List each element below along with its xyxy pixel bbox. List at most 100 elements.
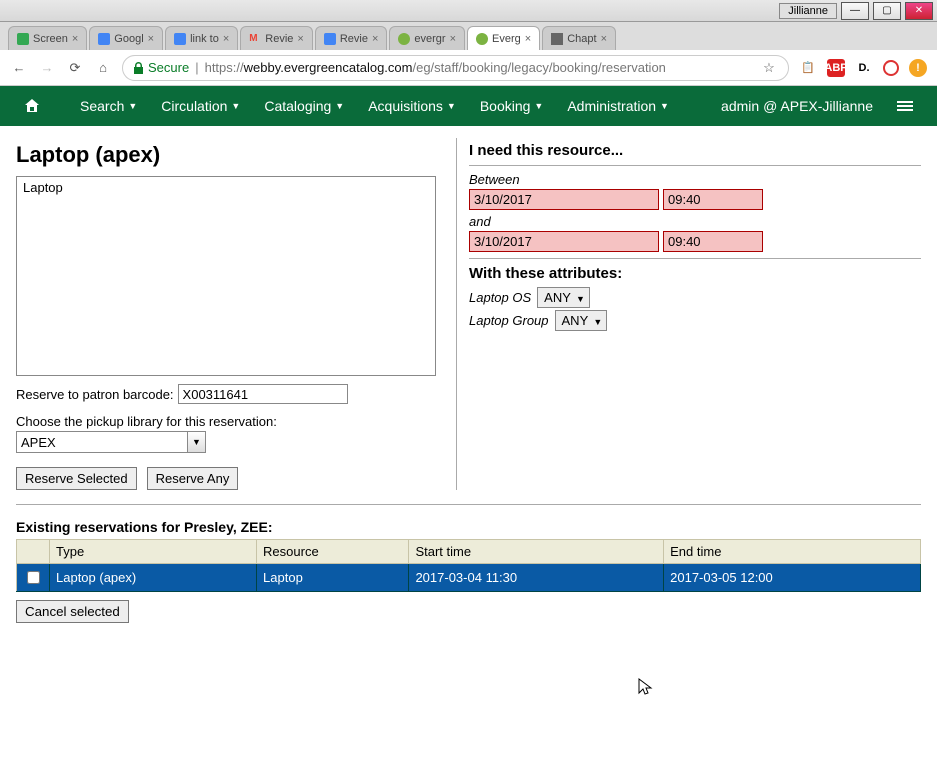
browser-tab[interactable]: link to× (165, 26, 238, 50)
docs-icon (98, 33, 110, 45)
cancel-selected-button[interactable]: Cancel selected (16, 600, 129, 623)
nav-cataloging[interactable]: Cataloging▼ (252, 86, 356, 126)
tab-label: Everg (492, 33, 521, 45)
close-icon[interactable]: × (297, 33, 303, 45)
col-type: Type (50, 540, 257, 564)
browser-tab[interactable]: Everg × (467, 26, 540, 50)
col-end: End time (664, 540, 921, 564)
close-icon[interactable]: × (148, 33, 154, 45)
window-close-button[interactable]: ✕ (905, 2, 933, 20)
tab-label: Googl (114, 33, 143, 45)
nav-user-label[interactable]: admin @ APEX-Jillianne (709, 86, 885, 126)
nav-search[interactable]: Search▼ (68, 86, 149, 126)
cell-resource: Laptop (257, 564, 409, 592)
close-icon[interactable]: × (601, 33, 607, 45)
cursor-icon (638, 678, 654, 698)
reservations-table: Type Resource Start time End time Laptop… (16, 539, 921, 592)
browser-tab[interactable]: Screen × (8, 26, 87, 50)
barcode-label: Reserve to patron barcode: (16, 387, 174, 402)
browser-tabstrip: Screen × Googl × link to× MRevie× Revie × e… (0, 22, 937, 50)
tab-label: evergr (414, 33, 445, 45)
nav-administration[interactable]: Administration▼ (555, 86, 681, 126)
browser-tab[interactable]: evergr × (389, 26, 465, 50)
chevron-down-icon: ▼ (660, 101, 669, 111)
end-date-input[interactable]: 3/10/2017 (469, 231, 659, 252)
docs-icon (174, 33, 186, 45)
tab-label: Screen (33, 33, 68, 45)
alert-icon[interactable]: ! (909, 59, 927, 77)
row-checkbox[interactable] (27, 571, 40, 584)
extension-o-icon[interactable] (883, 60, 899, 76)
resource-option[interactable]: Laptop (19, 179, 433, 196)
close-icon[interactable]: × (372, 33, 378, 45)
cell-start: 2017-03-04 11:30 (409, 564, 664, 592)
attr-os-select[interactable]: ANY (537, 287, 590, 308)
resource-panel: Laptop (apex) Laptop Reserve to patron b… (16, 138, 436, 490)
extension-d-icon[interactable]: D. (855, 59, 873, 77)
forward-button[interactable]: → (38, 59, 56, 77)
between-label: Between (469, 172, 921, 187)
chevron-down-icon: ▼ (447, 101, 456, 111)
extension-icon[interactable]: 📋 (799, 59, 817, 77)
col-start: Start time (409, 540, 664, 564)
chevron-down-icon: ▼ (187, 432, 205, 452)
browser-addressbar: ← → ⟳ ⌂ Secure | https://webby.evergreen… (0, 50, 937, 86)
leaf-icon (476, 33, 488, 45)
need-heading: I need this resource... (469, 142, 921, 159)
url-input[interactable]: Secure | https://webby.evergreencatalog.… (122, 55, 789, 81)
pickup-label: Choose the pickup library for this reser… (16, 414, 436, 429)
resource-listbox[interactable]: Laptop (16, 176, 436, 376)
chevron-down-icon: ▼ (128, 101, 137, 111)
page-icon (551, 33, 563, 45)
start-time-input[interactable]: 09:40 (663, 189, 763, 210)
browser-tab[interactable]: Googl × (89, 26, 163, 50)
back-button[interactable]: ← (10, 59, 28, 77)
window-maximize-button[interactable]: ▢ (873, 2, 901, 20)
barcode-input[interactable] (178, 384, 348, 404)
reserve-selected-button[interactable]: Reserve Selected (16, 467, 137, 490)
leaf-icon (398, 33, 410, 45)
end-time-input[interactable]: 09:40 (663, 231, 763, 252)
reserve-any-button[interactable]: Reserve Any (147, 467, 239, 490)
pickup-select[interactable]: APEX ▼ (16, 431, 206, 453)
table-row[interactable]: Laptop (apex) Laptop 2017-03-04 11:30 20… (17, 564, 921, 592)
attr-group-select[interactable]: ANY (555, 310, 608, 331)
docs-icon (324, 33, 336, 45)
home-button[interactable]: ⌂ (94, 59, 112, 77)
cell-end: 2017-03-05 12:00 (664, 564, 921, 592)
close-icon[interactable]: × (450, 33, 456, 45)
nav-booking[interactable]: Booking▼ (468, 86, 556, 126)
reservations-section: Existing reservations for Presley, ZEE: … (16, 519, 921, 623)
window-minimize-button[interactable]: — (841, 2, 869, 20)
star-icon[interactable]: ☆ (760, 59, 778, 77)
close-icon[interactable]: × (223, 33, 229, 45)
and-label: and (469, 214, 921, 229)
chevron-down-icon: ▼ (335, 101, 344, 111)
start-date-input[interactable]: 3/10/2017 (469, 189, 659, 210)
reload-button[interactable]: ⟳ (66, 59, 84, 77)
lock-icon: Secure (133, 60, 189, 75)
col-resource: Resource (257, 540, 409, 564)
main-nav: Search▼ Circulation▼ Cataloging▼ Acquisi… (0, 86, 937, 126)
gmail-icon: M (249, 33, 261, 45)
attributes-heading: With these attributes: (469, 265, 921, 282)
browser-tab[interactable]: Revie × (315, 26, 388, 50)
nav-menu-button[interactable] (885, 86, 925, 126)
nav-home[interactable] (12, 86, 52, 126)
attr-label: Laptop OS (469, 290, 531, 305)
page-content: Laptop (apex) Laptop Reserve to patron b… (0, 126, 937, 663)
adblock-icon[interactable]: ABP (827, 59, 845, 77)
window-titlebar: Jillianne — ▢ ✕ (0, 0, 937, 22)
browser-tab[interactable]: MRevie× (240, 26, 313, 50)
browser-tab[interactable]: Chapt × (542, 26, 616, 50)
attr-label: Laptop Group (469, 313, 549, 328)
close-icon[interactable]: × (525, 33, 531, 45)
tab-label: Chapt (567, 33, 596, 45)
drive-icon (17, 33, 29, 45)
menu-icon (897, 101, 913, 111)
nav-circulation[interactable]: Circulation▼ (149, 86, 252, 126)
secure-label: Secure (148, 60, 189, 75)
nav-acquisitions[interactable]: Acquisitions▼ (356, 86, 468, 126)
close-icon[interactable]: × (72, 33, 78, 45)
tab-label: Revie (340, 33, 368, 45)
